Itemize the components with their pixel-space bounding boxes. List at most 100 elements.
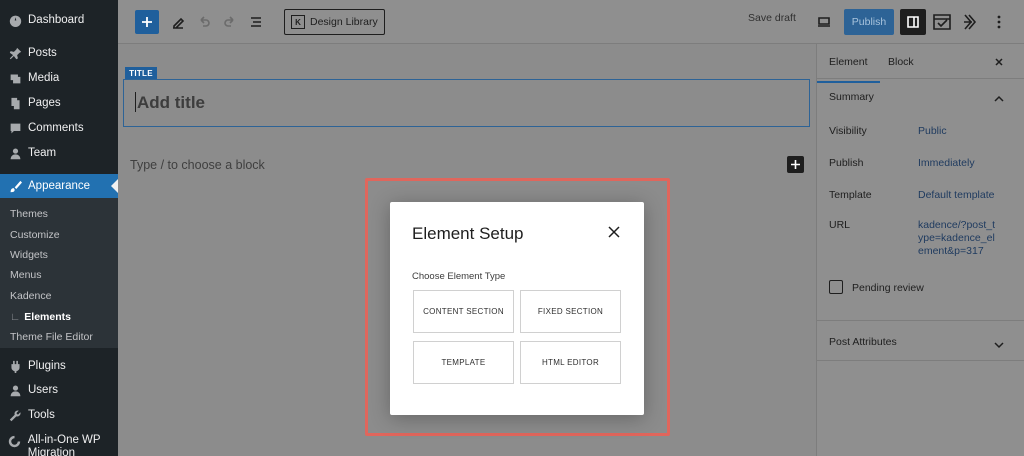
dashboard-icon: [8, 13, 22, 27]
submenu-item-menus[interactable]: Menus: [10, 269, 42, 281]
summary-heading[interactable]: Summary: [829, 91, 874, 103]
sidebar-item-label: Comments: [28, 122, 84, 134]
pending-review-label: Pending review: [852, 282, 924, 294]
sidebar-item-team[interactable]: Team: [0, 142, 118, 164]
title-block[interactable]: [123, 79, 810, 127]
submenu-item-themes[interactable]: Themes: [10, 208, 48, 220]
design-library-button[interactable]: K Design Library: [284, 9, 385, 35]
divider: [817, 360, 1024, 361]
sidebar-item-migration[interactable]: All-in-One WP Migration: [0, 432, 118, 456]
template-value[interactable]: Default template: [918, 189, 994, 201]
sidebar-item-label: Media: [28, 72, 60, 84]
sidebar-item-pages[interactable]: Pages: [0, 92, 118, 114]
paintbrush-icon: [8, 179, 22, 193]
url-value[interactable]: kadence/?post_type=kadence_element&p=317: [918, 219, 1000, 258]
close-panel-button[interactable]: [994, 56, 1004, 70]
redo-icon: [224, 16, 234, 27]
plus-icon: [142, 17, 152, 27]
url-label: URL: [829, 219, 851, 231]
template-label: Template: [829, 189, 872, 201]
submenu-item-theme-file-editor[interactable]: Theme File Editor: [10, 331, 93, 343]
redo-button[interactable]: [222, 13, 238, 31]
preview-button[interactable]: [816, 14, 832, 30]
sidebar-toggle-icon: [907, 16, 919, 28]
user-icon: [8, 146, 22, 160]
tab-element[interactable]: Element: [817, 56, 879, 83]
submenu-indent-mark: ∟: [10, 311, 21, 323]
modal-subtitle: Choose Element Type: [412, 271, 506, 282]
plus-icon: [791, 160, 800, 169]
submenu-item-kadence[interactable]: Kadence: [10, 290, 51, 302]
migration-icon: [8, 434, 22, 448]
publish-value[interactable]: Immediately: [918, 157, 975, 169]
close-icon: [608, 226, 620, 238]
sidebar-item-appearance[interactable]: Appearance: [0, 174, 118, 198]
inline-add-block-button[interactable]: [787, 156, 804, 173]
sidebar-item-users[interactable]: Users: [0, 379, 118, 401]
collapse-summary-button[interactable]: [994, 92, 1004, 106]
kadence-k-icon: [964, 14, 977, 30]
add-block-button[interactable]: [135, 10, 159, 34]
desktop-icon: [818, 17, 830, 27]
kadence-controls-button[interactable]: [932, 12, 952, 32]
kadence-panel-icon: [933, 14, 951, 30]
expand-post-attributes-button[interactable]: [994, 338, 1004, 352]
design-library-label: Design Library: [310, 16, 378, 28]
publish-button[interactable]: Publish: [844, 9, 894, 35]
tab-block[interactable]: Block: [888, 56, 914, 68]
chevron-down-icon: [994, 342, 1004, 349]
chevron-up-icon: [994, 95, 1004, 102]
sidebar-item-label: Pages: [28, 97, 61, 109]
more-options-button[interactable]: [992, 13, 1006, 31]
visibility-value[interactable]: Public: [918, 125, 947, 137]
option-template[interactable]: TEMPLATE: [413, 341, 514, 384]
title-block-label: TITLE: [125, 67, 157, 79]
post-attributes-heading[interactable]: Post Attributes: [829, 336, 897, 348]
undo-icon: [200, 16, 210, 27]
sidebar-item-label: Dashboard: [28, 14, 85, 26]
pending-review-checkbox[interactable]: [829, 280, 843, 294]
sidebar-item-dashboard[interactable]: Dashboard: [0, 9, 118, 31]
modal-close-button[interactable]: [605, 223, 623, 241]
media-icon: [8, 71, 22, 85]
sidebar-item-media[interactable]: Media: [0, 67, 118, 89]
close-icon: [995, 58, 1003, 66]
sidebar-item-tools[interactable]: Tools: [0, 404, 118, 426]
text-caret: [135, 92, 136, 112]
list-view-icon: [251, 17, 261, 27]
submenu-item-customize[interactable]: Customize: [10, 229, 60, 241]
plugin-icon: [8, 359, 22, 373]
pin-icon: [8, 46, 22, 60]
option-content-section[interactable]: CONTENT SECTION: [413, 290, 514, 333]
undo-button[interactable]: [196, 13, 212, 31]
element-setup-modal: Element Setup Choose Element Type CONTEN…: [390, 202, 644, 415]
user-icon: [8, 383, 22, 397]
sidebar-item-label: Tools: [28, 409, 55, 421]
publish-label: Publish: [829, 157, 864, 169]
submenu-item-elements[interactable]: ∟ Elements: [10, 311, 71, 323]
sidebar-item-posts[interactable]: Posts: [0, 42, 118, 64]
submenu-item-widgets[interactable]: Widgets: [10, 249, 48, 261]
sidebar-item-comments[interactable]: Comments: [0, 117, 118, 139]
option-fixed-section[interactable]: FIXED SECTION: [520, 290, 621, 333]
modal-title: Element Setup: [412, 224, 524, 243]
pencil-icon: [173, 17, 185, 29]
sidebar-item-label: Posts: [28, 47, 57, 59]
kadence-blocks-button[interactable]: [960, 11, 980, 33]
wrench-icon: [8, 408, 22, 422]
save-draft-button[interactable]: Save draft: [748, 12, 796, 24]
admin-sidebar: Dashboard Posts Media Pages Comments Tea…: [0, 0, 118, 456]
more-vertical-icon: [997, 15, 1001, 29]
option-html-editor[interactable]: HTML EDITOR: [520, 341, 621, 384]
visibility-label: Visibility: [829, 125, 867, 137]
block-placeholder[interactable]: Type / to choose a block: [130, 158, 265, 172]
sidebar-item-label: Plugins: [28, 360, 66, 372]
edit-tool-button[interactable]: [170, 13, 186, 31]
post-title-input[interactable]: Add title: [137, 93, 205, 113]
settings-toggle-button[interactable]: [900, 9, 926, 35]
sidebar-item-label: All-in-One WP Migration: [27, 434, 101, 456]
divider: [817, 78, 1024, 79]
sidebar-item-plugins[interactable]: Plugins: [0, 355, 118, 377]
sidebar-item-label: Appearance: [28, 180, 91, 192]
list-view-button[interactable]: [248, 13, 264, 31]
